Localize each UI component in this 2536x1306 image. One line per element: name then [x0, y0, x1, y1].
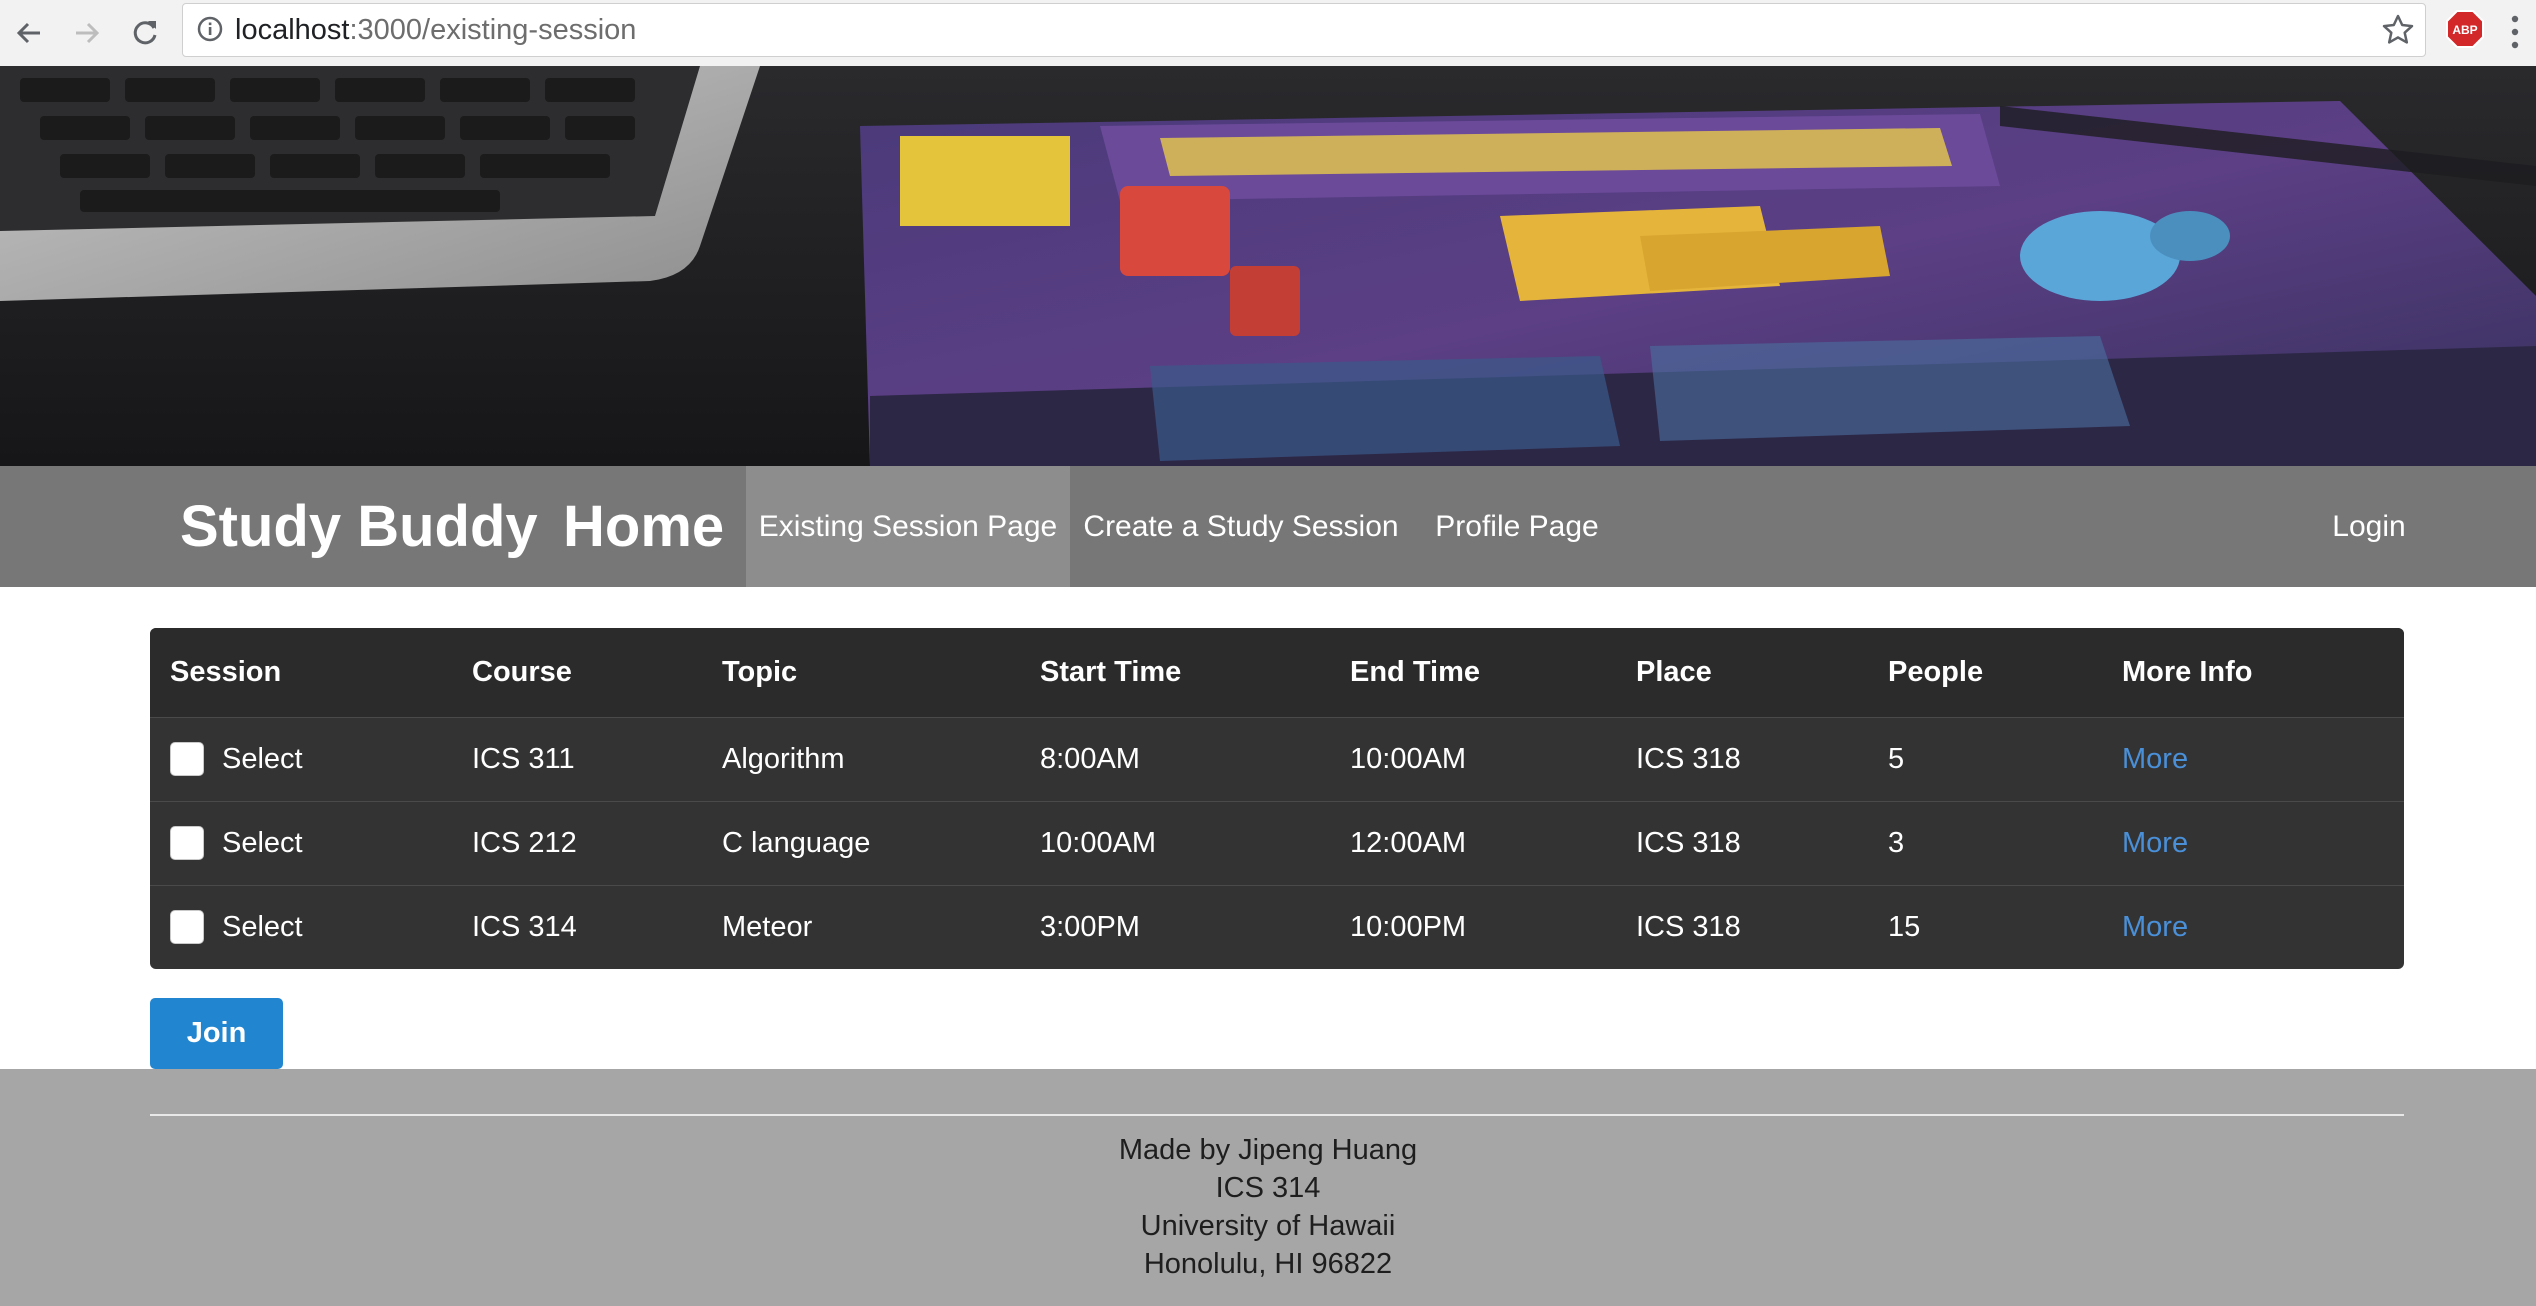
people-cell: 3 — [1888, 826, 1905, 859]
profile-link[interactable]: Profile Page — [1412, 466, 1622, 587]
url-host: localhost — [235, 14, 350, 46]
join-button[interactable]: Join — [150, 998, 283, 1069]
select-checkbox[interactable] — [170, 742, 204, 776]
address-bar[interactable]: localhost:3000/existing-session — [182, 3, 2426, 57]
start-time-cell: 10:00AM — [1040, 826, 1157, 859]
column-header: Course — [472, 655, 572, 688]
topic-cell: C language — [722, 826, 871, 859]
table-row: Select ICS 311 Algorithm 8:00AM 10:00AM … — [150, 717, 2404, 801]
footer: Made by Jipeng Huang ICS 314 University … — [0, 1069, 2536, 1306]
course-cell: ICS 311 — [472, 742, 575, 775]
adblock-badge-text: ABP — [2452, 23, 2477, 37]
back-arrow-icon[interactable] — [4, 8, 54, 58]
info-icon[interactable] — [197, 16, 223, 42]
footer-text: Made by Jipeng Huang ICS 314 University … — [0, 1131, 2536, 1283]
place-cell: ICS 318 — [1636, 826, 1741, 859]
url-path: :3000/existing-session — [349, 14, 637, 46]
table-row: Select ICS 212 C language 10:00AM 12:00A… — [150, 801, 2404, 885]
topic-cell: Algorithm — [722, 742, 845, 775]
existing-session-link[interactable]: Existing Session Page — [746, 466, 1070, 587]
people-cell: 5 — [1888, 742, 1905, 775]
column-header: Start Time — [1040, 655, 1182, 688]
column-header: More Info — [2122, 655, 2253, 688]
more-info-link[interactable]: More — [2122, 911, 2188, 943]
hero-image — [0, 66, 2536, 466]
browser-toolbar: localhost:3000/existing-session ABP — [0, 0, 2536, 67]
column-header: End Time — [1350, 655, 1480, 688]
start-time-cell: 8:00AM — [1040, 742, 1140, 775]
session-select[interactable]: Select — [170, 742, 452, 776]
end-time-cell: 10:00PM — [1350, 910, 1467, 943]
select-label: Select — [222, 826, 303, 859]
top-menu: Study Buddy Home Existing Session Page C… — [0, 466, 2536, 587]
column-header: Place — [1636, 655, 1712, 688]
brand-logo[interactable]: Study Buddy — [180, 466, 538, 587]
column-header: Topic — [722, 655, 798, 688]
session-select[interactable]: Select — [170, 826, 452, 860]
kebab-menu-icon[interactable] — [2508, 12, 2522, 52]
start-time-cell: 3:00PM — [1040, 910, 1140, 943]
select-label: Select — [222, 910, 303, 943]
topic-cell: Meteor — [722, 910, 813, 943]
table-header-row: Session Course Topic Start Time End Time… — [150, 628, 2404, 717]
place-cell: ICS 318 — [1636, 742, 1741, 775]
home-link[interactable]: Home — [563, 466, 724, 587]
forward-arrow-icon[interactable] — [62, 8, 112, 58]
select-checkbox[interactable] — [170, 910, 204, 945]
session-select[interactable]: Select — [170, 910, 452, 945]
column-header: Session — [170, 655, 282, 688]
people-cell: 15 — [1888, 910, 1921, 943]
end-time-cell: 10:00AM — [1350, 742, 1467, 775]
more-info-link[interactable]: More — [2122, 827, 2188, 859]
create-session-link[interactable]: Create a Study Session — [1070, 466, 1412, 587]
adblock-icon[interactable]: ABP — [2446, 10, 2484, 48]
footer-university: University of Hawaii — [1140, 1210, 1396, 1242]
footer-divider — [150, 1114, 2404, 1116]
hero-illustration — [0, 66, 2536, 466]
footer-author: Made by Jipeng Huang — [1118, 1134, 1418, 1166]
course-cell: ICS 314 — [472, 910, 577, 943]
table-row: Select ICS 314 Meteor 3:00PM 10:00PM ICS… — [150, 885, 2404, 969]
footer-course: ICS 314 — [1215, 1172, 1321, 1204]
footer-address: Honolulu, HI 96822 — [1143, 1248, 1393, 1280]
login-link[interactable]: Login — [2306, 466, 2432, 587]
reload-icon[interactable] — [120, 8, 170, 58]
session-table: Session Course Topic Start Time End Time… — [150, 628, 2404, 969]
course-cell: ICS 212 — [472, 826, 577, 859]
place-cell: ICS 318 — [1636, 910, 1741, 943]
column-header: People — [1888, 655, 1984, 688]
select-checkbox[interactable] — [170, 826, 204, 860]
select-label: Select — [222, 742, 303, 775]
end-time-cell: 12:00AM — [1350, 826, 1467, 859]
star-icon[interactable] — [2381, 13, 2415, 47]
url-text: localhost:3000/existing-session — [235, 4, 636, 56]
more-info-link[interactable]: More — [2122, 743, 2188, 775]
